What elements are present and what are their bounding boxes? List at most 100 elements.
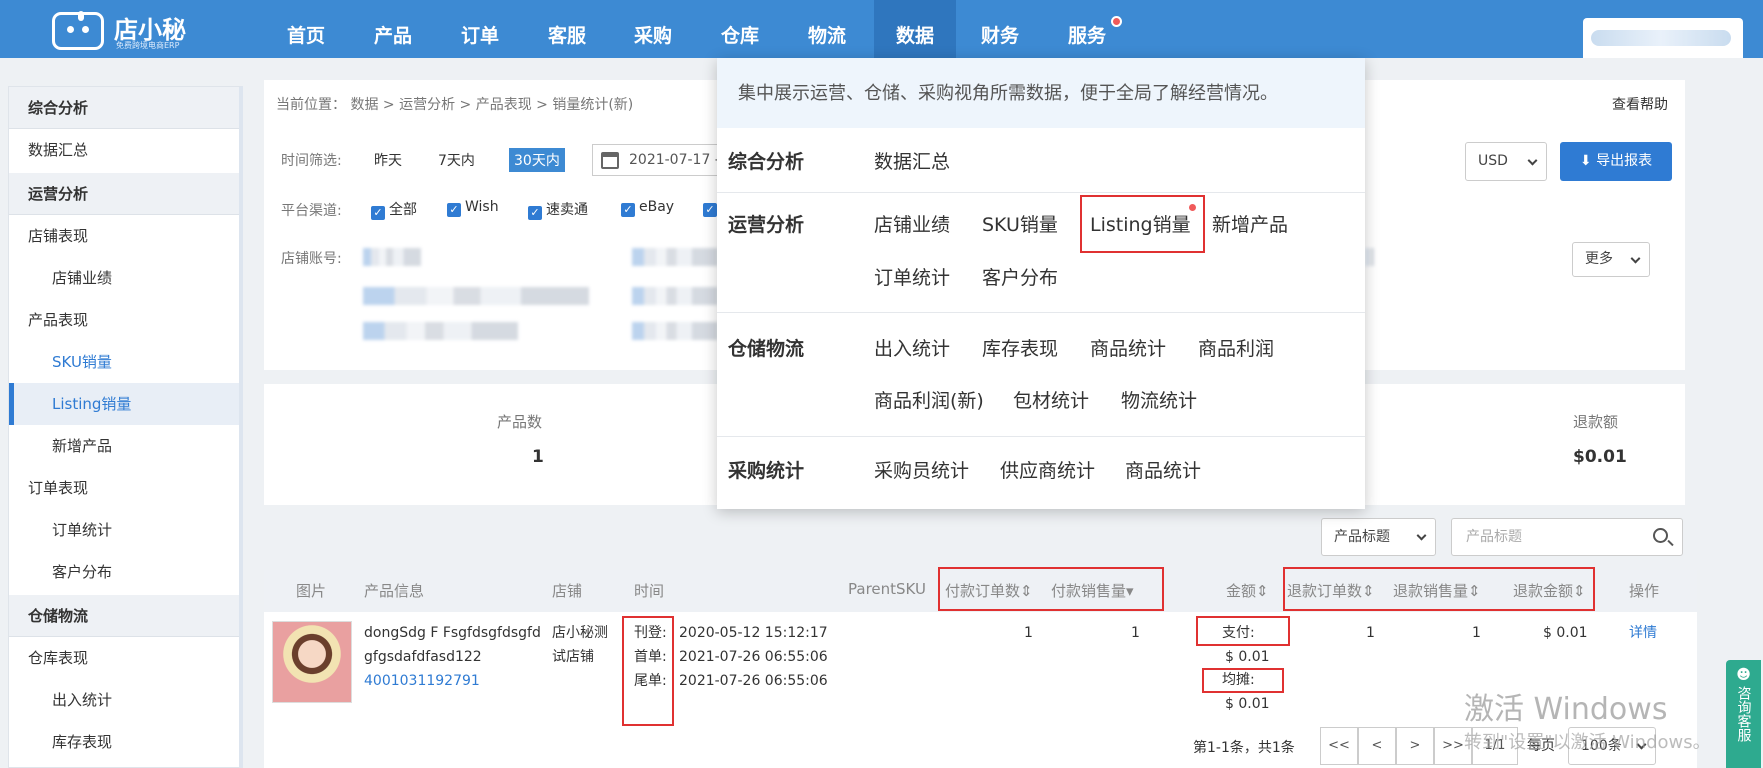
platform-aliexpress-label: 速卖通 <box>546 202 588 218</box>
menu-link-purchase-goods-stats[interactable]: 商品统计 <box>1125 456 1201 483</box>
sidebar-item-customer-distribution[interactable]: 客户分布 <box>9 551 239 593</box>
currency-value: USD <box>1478 153 1508 169</box>
col-action: 操作 <box>1629 582 1660 600</box>
blurred-store-account[interactable] <box>363 287 589 305</box>
sidebar-item-in-out-stats[interactable]: 出入统计 <box>9 679 239 721</box>
sidebar-item-data-summary[interactable]: 数据汇总 <box>9 129 239 171</box>
search-icon[interactable] <box>1653 528 1668 543</box>
time-option-yesterday[interactable]: 昨天 <box>369 148 407 172</box>
sidebar-item-sku-sales[interactable]: SKU销量 <box>9 341 239 383</box>
menu-divider <box>717 436 1365 437</box>
menu-link-inventory-performance[interactable]: 库存表现 <box>982 334 1058 361</box>
sidebar-item-warehouse-performance[interactable]: 仓库表现 <box>9 637 239 679</box>
nav-home[interactable]: 首页 <box>278 0 334 58</box>
blurred-store-account[interactable] <box>363 248 421 266</box>
product-title-line2: gfgsdafdfasd122 <box>364 649 482 665</box>
logo-subtitle: 免费跨境电商ERP <box>116 41 180 50</box>
menu-link-order-stats[interactable]: 订单统计 <box>874 263 950 290</box>
blurred-username <box>1591 30 1731 46</box>
menu-link-packaging-stats[interactable]: 包材统计 <box>1013 386 1089 413</box>
menu-divider <box>717 312 1365 313</box>
export-report-label: 导出报表 <box>1596 153 1653 169</box>
product-id-link[interactable]: 4001031192791 <box>364 669 480 693</box>
sidebar-item-inventory-performance[interactable]: 库存表现 <box>9 721 239 763</box>
blurred-store-account[interactable] <box>363 322 518 340</box>
sidebar-item-product-performance[interactable]: 产品表现 <box>9 299 239 341</box>
col-product-info: 产品信息 <box>364 582 425 600</box>
time-filter-label: 时间筛选: <box>281 153 342 169</box>
time-value-last-order: 2021-07-26 06:55:06 <box>679 673 828 689</box>
more-filters-button[interactable]: 更多 <box>1572 242 1650 277</box>
menu-link-goods-profit-new[interactable]: 商品利润(新) <box>874 386 984 413</box>
details-link[interactable]: 详情 <box>1629 621 1657 645</box>
blurred-store-account[interactable] <box>632 248 718 266</box>
sidebar-item-store-results[interactable]: 店铺业绩 <box>9 257 239 299</box>
help-link[interactable]: 查看帮助 <box>1612 94 1668 114</box>
sort-icon: ⇕ <box>1256 582 1269 600</box>
date-range-value: 2021-07-17 - 2021-08-15 <box>629 152 722 168</box>
nav-warehouse[interactable]: 仓库 <box>712 0 768 58</box>
time-option-7days[interactable]: 7天内 <box>433 148 480 172</box>
paid-qty-value: 1 <box>1131 625 1140 641</box>
product-title-search-input[interactable]: 产品标题 <box>1451 518 1683 556</box>
menu-link-supplier-stats[interactable]: 供应商统计 <box>1000 456 1095 483</box>
pagination-prev-button[interactable]: < <box>1358 727 1396 765</box>
pagination-next-button[interactable]: > <box>1396 727 1434 765</box>
export-report-button[interactable]: ⬇ 导出报表 <box>1560 142 1672 181</box>
menu-link-goods-profit[interactable]: 商品利润 <box>1198 334 1274 361</box>
col-amount-sortable[interactable]: 金额⇕ <box>1226 580 1269 601</box>
data-mega-menu: 集中展示运营、仓储、采购视角所需数据，便于全局了解经营情况。 综合分析 数据汇总… <box>717 58 1365 509</box>
annotation-box-avg <box>1202 668 1284 693</box>
nav-orders[interactable]: 订单 <box>452 0 508 58</box>
nav-finance[interactable]: 财务 <box>972 0 1028 58</box>
notification-dot-icon <box>1111 16 1122 27</box>
platform-filter-label: 平台渠道: <box>281 203 342 219</box>
sidebar-item-order-stats[interactable]: 订单统计 <box>9 509 239 551</box>
user-account-menu[interactable] <box>1583 18 1743 58</box>
product-thumbnail[interactable] <box>272 621 352 703</box>
nav-logistics[interactable]: 物流 <box>799 0 855 58</box>
sidebar-section-overview[interactable]: 综合分析 <box>9 87 239 129</box>
platform-checkbox-aliexpress[interactable]: ✓ 速卖通 <box>528 199 588 220</box>
sidebar-section-warehouse-logistics[interactable]: 仓储物流 <box>9 595 239 637</box>
nav-customer-service[interactable]: 客服 <box>539 0 595 58</box>
sidebar-section-operations[interactable]: 运营分析 <box>9 173 239 215</box>
col-image: 图片 <box>296 582 327 600</box>
menu-link-new-products[interactable]: 新增产品 <box>1212 210 1288 237</box>
menu-link-store-results[interactable]: 店铺业绩 <box>874 210 950 237</box>
consult-service-button[interactable]: ☻ 咨询客服 <box>1726 660 1761 768</box>
blurred-store-account[interactable] <box>1366 248 1374 266</box>
menu-link-sku-sales[interactable]: SKU销量 <box>982 210 1058 237</box>
annotation-box-time <box>622 616 674 726</box>
platform-checkbox-wish[interactable]: ✓ Wish <box>447 199 499 217</box>
store-account-label: 店铺账号: <box>281 251 342 267</box>
platform-checkbox-ebay[interactable]: ✓ eBay <box>621 199 674 217</box>
currency-select[interactable]: USD <box>1465 142 1547 181</box>
menu-link-customer-distribution[interactable]: 客户分布 <box>982 263 1058 290</box>
menu-link-data-summary[interactable]: 数据汇总 <box>874 147 950 174</box>
nav-service[interactable]: 服务 <box>1059 0 1115 58</box>
platform-checkbox-all[interactable]: ✓ 全部 <box>371 199 417 220</box>
sidebar-item-new-products[interactable]: 新增产品 <box>9 425 239 467</box>
search-field-select[interactable]: 产品标题 <box>1321 518 1436 556</box>
menu-link-in-out-stats[interactable]: 出入统计 <box>874 334 950 361</box>
store-name-line1: 店小秘测 <box>552 625 608 641</box>
store-name-line2: 试店铺 <box>552 649 594 665</box>
blurred-store-account[interactable] <box>632 287 718 305</box>
nav-products[interactable]: 产品 <box>365 0 421 58</box>
menu-link-goods-stats[interactable]: 商品统计 <box>1090 334 1166 361</box>
logo[interactable]: 店小秘 免费跨境电商ERP <box>52 4 202 52</box>
date-range-picker[interactable]: 2021-07-17 - 2021-08-15 <box>592 144 722 176</box>
pagination-first-button[interactable]: << <box>1320 727 1358 765</box>
time-option-30days[interactable]: 30天内 <box>509 148 565 172</box>
menu-link-buyer-stats[interactable]: 采购员统计 <box>874 456 969 483</box>
nav-purchase[interactable]: 采购 <box>625 0 681 58</box>
blurred-store-account[interactable] <box>632 322 718 340</box>
nav-data[interactable]: 数据 <box>874 0 956 58</box>
sidebar-item-store-performance[interactable]: 店铺表现 <box>9 215 239 257</box>
sidebar-item-listing-sales[interactable]: Listing销量 <box>9 383 239 425</box>
sidebar-item-order-performance[interactable]: 订单表现 <box>9 467 239 509</box>
consult-service-label: 咨询客服 <box>1735 686 1752 742</box>
menu-link-logistics-stats[interactable]: 物流统计 <box>1121 386 1197 413</box>
menu-group-purchase-stats: 采购统计 <box>728 460 805 482</box>
